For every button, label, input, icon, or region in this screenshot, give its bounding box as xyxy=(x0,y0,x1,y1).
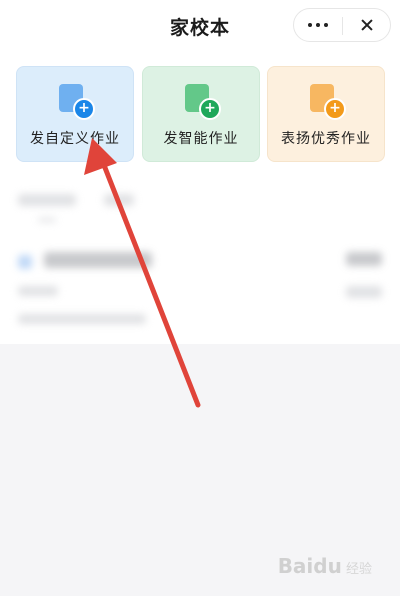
blurred-dot xyxy=(18,255,32,269)
blurred-item-tag xyxy=(346,286,382,298)
smart-homework-card[interactable]: + 发智能作业 xyxy=(142,66,260,162)
dot-icon xyxy=(324,23,328,27)
plus-icon: + xyxy=(324,98,346,120)
praise-homework-card[interactable]: + 表扬优秀作业 xyxy=(267,66,385,162)
watermark-sub: 经验 xyxy=(345,562,372,577)
blurred-item-meta xyxy=(346,252,382,266)
blurred-tab xyxy=(104,194,134,206)
mini-program-capsule xyxy=(293,8,391,42)
plus-icon: + xyxy=(73,98,95,120)
smart-homework-icon: + xyxy=(185,84,221,120)
watermark-brand: Baidu xyxy=(277,554,342,578)
more-button[interactable] xyxy=(294,9,342,41)
custom-homework-label: 发自定义作业 xyxy=(30,131,120,147)
custom-homework-icon: + xyxy=(59,84,95,120)
blurred-tab-indicator xyxy=(38,218,56,222)
plus-icon: + xyxy=(199,98,221,120)
close-button[interactable] xyxy=(343,9,391,41)
top-bar: 家校本 xyxy=(0,0,400,52)
smart-homework-label: 发智能作业 xyxy=(163,131,239,147)
blurred-item-title xyxy=(44,252,152,268)
praise-homework-icon: + xyxy=(310,84,346,120)
main-panel: + 发自定义作业 + 发智能作业 + 表扬优秀作业 xyxy=(0,52,400,344)
baidu-watermark: Baidu 经验 xyxy=(278,554,372,578)
dot-icon xyxy=(316,23,320,27)
blurred-tab xyxy=(18,194,76,206)
custom-homework-card[interactable]: + 发自定义作业 xyxy=(16,66,134,162)
blurred-item-line xyxy=(18,314,146,324)
dot-icon xyxy=(308,23,312,27)
praise-homework-label: 表扬优秀作业 xyxy=(281,131,371,147)
blurred-item-line xyxy=(18,286,58,296)
